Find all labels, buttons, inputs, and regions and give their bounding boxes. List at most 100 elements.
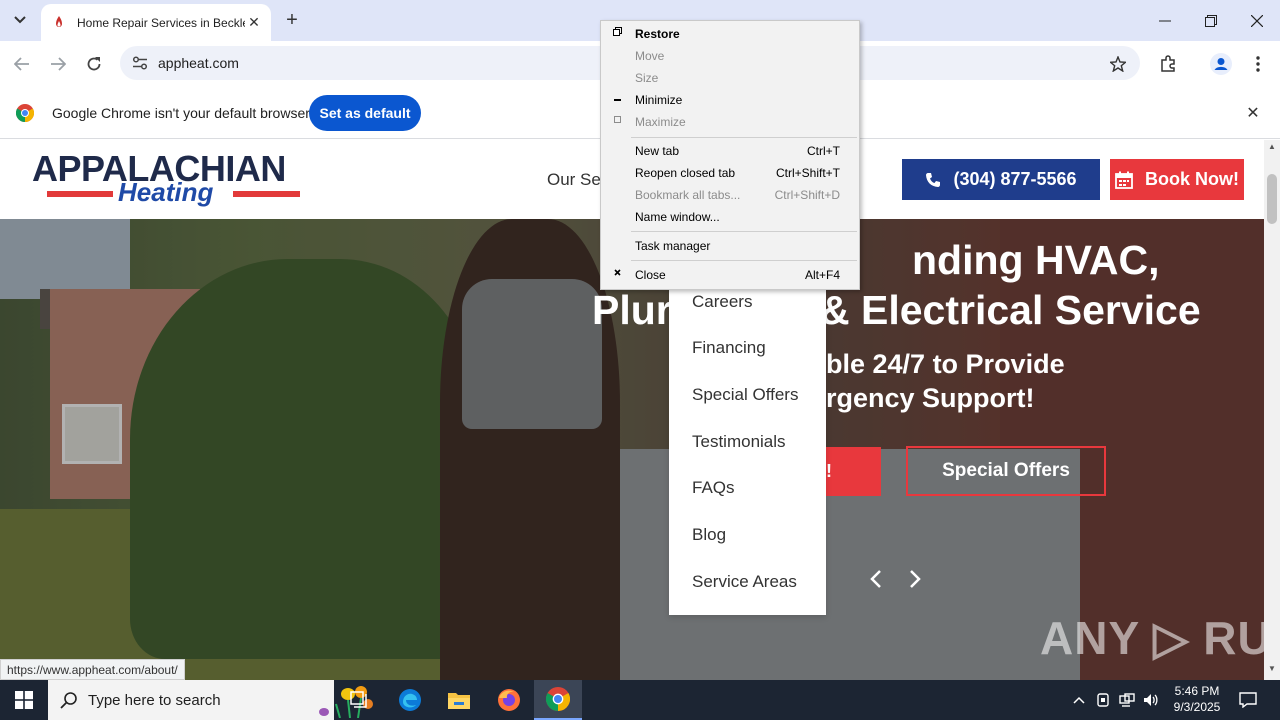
dropdown-item-testimonials[interactable]: Testimonials — [692, 432, 786, 452]
window-system-menu: Restore Move Size Minimize Maximize New … — [600, 20, 860, 290]
task-view-button[interactable] — [336, 680, 384, 720]
restore-window-button[interactable] — [1188, 0, 1234, 41]
menu-separator — [631, 260, 857, 261]
infobar-close-icon[interactable]: ✕ — [1244, 104, 1262, 122]
close-window-button[interactable] — [1234, 0, 1280, 41]
phone-call-button[interactable]: (304) 877-5566 — [902, 159, 1100, 200]
hero-heading-line2-left: Plur — [592, 287, 672, 333]
tab-title: Home Repair Services in Beckle — [77, 15, 245, 30]
menu-label-task-manager: Task manager — [635, 239, 711, 253]
back-button[interactable] — [8, 50, 36, 78]
chrome-logo-icon — [16, 104, 34, 122]
book-now-label: Book Now! — [1145, 169, 1239, 189]
dropdown-item-financing[interactable]: Financing — [692, 338, 766, 358]
new-tab-button[interactable]: + — [280, 8, 304, 32]
folder-icon — [448, 693, 470, 709]
reload-icon — [87, 57, 101, 71]
dropdown-item-faqs[interactable]: FAQs — [692, 478, 735, 498]
tab-search-button[interactable] — [6, 7, 34, 33]
set-as-default-button[interactable]: Set as default — [309, 95, 421, 131]
minimize-icon — [611, 93, 623, 105]
close-icon — [1251, 14, 1263, 27]
about-dropdown-menu: Careers Financing Special Offers Testimo… — [669, 280, 826, 615]
menu-label-reopen: Reopen closed tab — [635, 166, 736, 180]
menu-label-restore: Restore — [635, 27, 680, 41]
browser-tab[interactable]: Home Repair Services in Beckle ✕ — [41, 4, 271, 41]
chrome-menu-icon[interactable] — [1244, 50, 1272, 78]
extensions-puzzle-icon[interactable] — [1154, 50, 1182, 78]
hero-heading-line2-right: & Electrical Service — [820, 287, 1201, 333]
slider-prev-icon[interactable] — [863, 564, 889, 594]
tray-network-icon[interactable] — [1116, 680, 1138, 720]
taskbar-firefox[interactable] — [485, 680, 533, 720]
tray-overflow-chevron-icon[interactable] — [1068, 680, 1090, 720]
close-icon — [611, 268, 623, 280]
restore-icon — [1205, 14, 1217, 27]
menu-item-close[interactable]: Close Alt+F4 — [601, 264, 859, 286]
hero-heading-line1: nding HVAC, — [912, 237, 1160, 283]
anyrun-watermark: ANY ▷ RUN — [1040, 612, 1264, 664]
clock-date: 9/3/2025 — [1173, 700, 1221, 714]
menu-label-new-tab: New tab — [635, 144, 680, 158]
menu-accel-bookmark-all: Ctrl+Shift+D — [774, 188, 840, 202]
menu-accel-new-tab: Ctrl+T — [807, 144, 840, 158]
menu-item-restore[interactable]: Restore — [601, 23, 859, 45]
menu-item-move: Move — [601, 45, 859, 67]
hero-primary-cta-button[interactable]: ! — [826, 447, 881, 496]
firefox-icon — [498, 689, 520, 711]
tray-volume-icon[interactable] — [1140, 680, 1162, 720]
page-scrollbar[interactable]: ▲ ▼ — [1264, 140, 1280, 680]
url-text[interactable]: appheat.com — [158, 55, 239, 71]
start-button[interactable] — [0, 680, 48, 720]
minimize-window-button[interactable] — [1142, 0, 1188, 41]
special-offers-button[interactable]: Special Offers — [906, 446, 1106, 496]
menu-label-name-window: Name window... — [635, 210, 720, 224]
forward-button[interactable] — [44, 50, 72, 78]
dropdown-item-blog[interactable]: Blog — [692, 525, 726, 545]
bookmark-star-icon[interactable] — [1104, 50, 1132, 78]
menu-item-name-window[interactable]: Name window... — [601, 206, 859, 228]
scroll-down-arrow-icon[interactable]: ▼ — [1264, 664, 1280, 676]
menu-label-bookmark-all: Bookmark all tabs... — [635, 188, 741, 202]
phone-number: (304) 877-5566 — [953, 169, 1077, 189]
dropdown-item-service-areas[interactable]: Service Areas — [692, 572, 797, 592]
windows-taskbar: Type here to search 5:46 PM 9/3/2025 — [0, 680, 1280, 720]
dropdown-item-careers[interactable]: Careers — [692, 292, 752, 312]
infobar-message: Google Chrome isn't your default browser — [52, 105, 310, 121]
menu-accel-close: Alt+F4 — [804, 268, 840, 282]
site-favicon-icon — [56, 15, 62, 27]
hero-subheading-line2: rgency Support! — [826, 383, 1035, 413]
site-info-icon[interactable] — [128, 51, 152, 75]
menu-item-size: Size — [601, 67, 859, 89]
taskbar-clock[interactable]: 5:46 PM 9/3/2025 — [1162, 683, 1232, 715]
search-icon — [60, 692, 77, 709]
menu-item-minimize[interactable]: Minimize — [601, 89, 859, 111]
menu-item-task-manager[interactable]: Task manager — [601, 235, 859, 257]
tray-device-icon[interactable] — [1092, 680, 1114, 720]
book-now-button[interactable]: Book Now! — [1110, 159, 1244, 200]
tab-close-icon[interactable]: ✕ — [245, 14, 263, 32]
taskbar-edge[interactable] — [386, 680, 434, 720]
hero-subheading-line1: ble 24/7 to Provide — [826, 349, 1065, 379]
nav-our-services[interactable]: Our Se — [547, 170, 601, 190]
menu-accel-reopen: Ctrl+Shift+T — [775, 166, 840, 180]
menu-label-minimize: Minimize — [635, 93, 683, 107]
menu-item-new-tab[interactable]: New tab Ctrl+T — [601, 140, 859, 162]
notification-center-icon[interactable] — [1236, 680, 1260, 720]
restore-icon — [611, 27, 623, 39]
dropdown-item-special-offers[interactable]: Special Offers — [692, 385, 798, 405]
menu-separator — [631, 231, 857, 232]
scrollbar-thumb[interactable] — [1267, 174, 1277, 224]
profile-avatar-icon[interactable] — [1207, 50, 1235, 78]
menu-separator — [631, 137, 857, 138]
menu-item-reopen-closed-tab[interactable]: Reopen closed tab Ctrl+Shift+T — [601, 162, 859, 184]
taskbar-file-explorer[interactable] — [435, 680, 483, 720]
reload-button[interactable] — [80, 50, 108, 78]
taskbar-search-box[interactable]: Type here to search — [48, 680, 373, 720]
menu-label-size: Size — [635, 71, 659, 85]
scroll-up-arrow-icon[interactable]: ▲ — [1264, 142, 1280, 154]
taskbar-chrome[interactable] — [534, 680, 582, 720]
logo-bar-right — [233, 191, 300, 197]
slider-next-icon[interactable] — [902, 564, 928, 594]
windows-logo-icon — [15, 691, 33, 709]
